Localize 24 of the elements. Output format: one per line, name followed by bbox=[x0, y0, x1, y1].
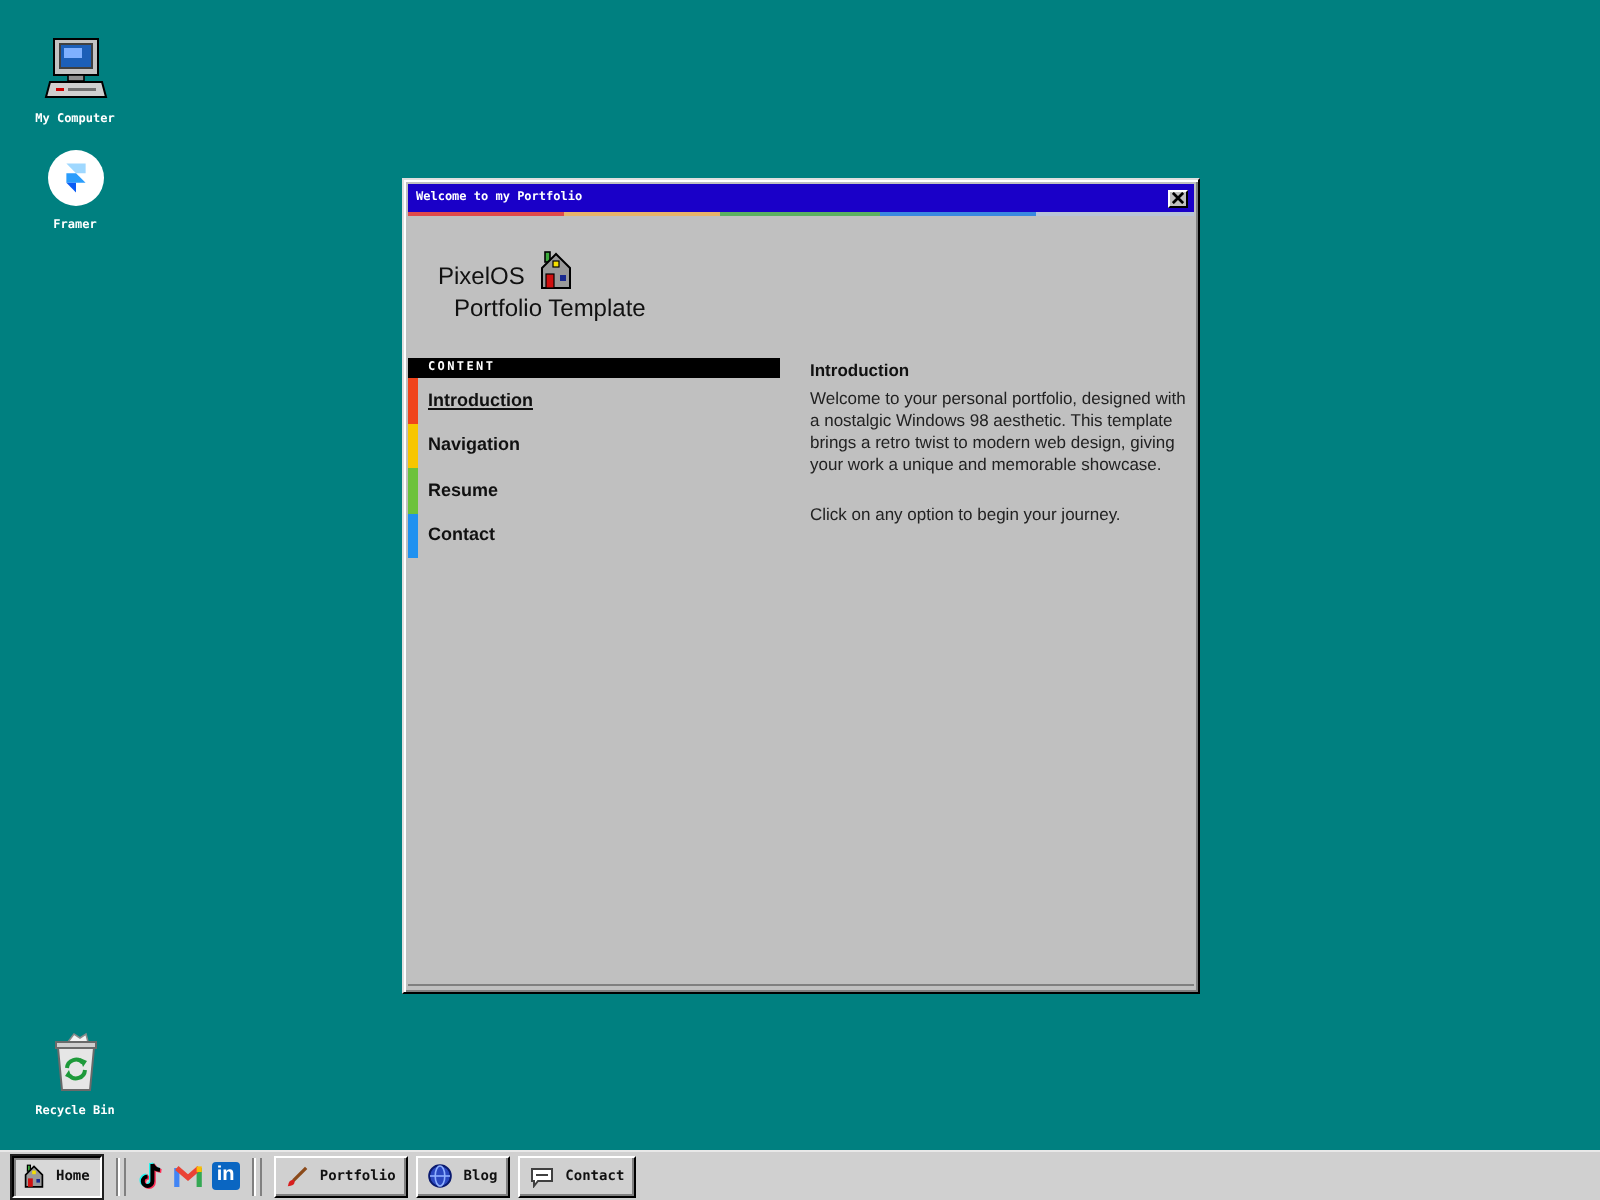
globe-icon bbox=[427, 1164, 452, 1188]
sidebar-item[interactable]: Contact bbox=[408, 513, 780, 558]
house-icon bbox=[24, 1164, 44, 1188]
recycle-bin-icon bbox=[49, 1032, 101, 1092]
computer-icon bbox=[43, 36, 107, 100]
app-subtitle: Portfolio Template bbox=[454, 294, 646, 324]
sidebar-item[interactable]: Introduction bbox=[408, 378, 780, 423]
taskbar-separator bbox=[115, 1157, 126, 1195]
house-icon bbox=[540, 250, 573, 290]
paintbrush-icon bbox=[285, 1165, 308, 1187]
in-logo-link[interactable]: in bbox=[211, 1162, 240, 1190]
taskbar-separator bbox=[251, 1157, 262, 1195]
sidebar-item[interactable]: Navigation bbox=[408, 423, 780, 468]
mail-m-icon[interactable] bbox=[173, 1164, 202, 1188]
close-icon bbox=[1172, 192, 1184, 204]
music-note-icon[interactable] bbox=[137, 1162, 164, 1190]
app-name: PixelOS bbox=[438, 262, 525, 292]
content-title: Introduction bbox=[810, 360, 912, 382]
content-paragraph: Welcome to your personal portfolio, designed with a nostalgic Windows 98 aesthetic. This template brings a retro twist to modern web design, giving your work a unique and memorable showcase. bbox=[810, 388, 1188, 476]
framer-logo-icon bbox=[47, 150, 103, 206]
close-button[interactable] bbox=[1168, 189, 1188, 207]
content-paragraph: Click on any option to begin your journey. bbox=[810, 504, 1123, 526]
chat-bubble-icon bbox=[529, 1165, 554, 1187]
sidebar-item[interactable]: Resume bbox=[408, 468, 780, 513]
